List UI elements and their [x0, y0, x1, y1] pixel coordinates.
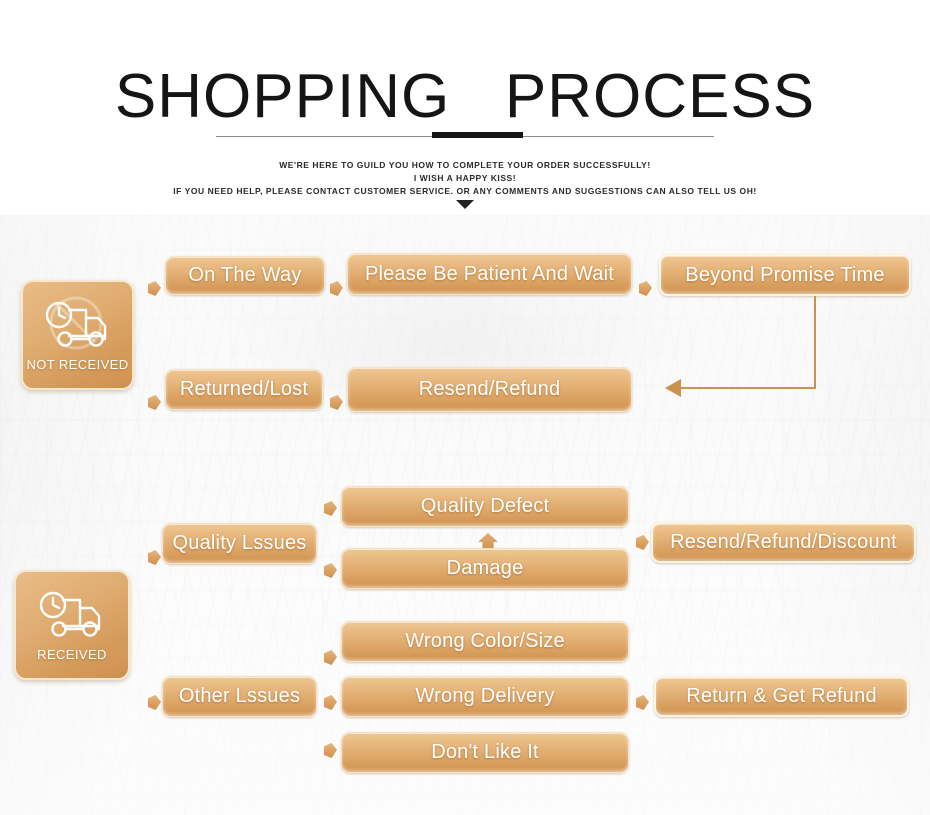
- flow-node-label: Don't Like It: [431, 741, 539, 763]
- connector-horizontal: [681, 387, 816, 389]
- flow-node-label: Resend/Refund/Discount: [670, 531, 897, 553]
- flow-node-returned-lost[interactable]: Returned/Lost: [165, 369, 323, 410]
- flow-node-resend-refund[interactable]: Resend/Refund: [347, 367, 632, 412]
- flow-node-wrong-color-size[interactable]: Wrong Color/Size: [341, 621, 629, 662]
- flow-node-return-get-refund[interactable]: Return & Get Refund: [654, 676, 909, 717]
- flow-node-label: Beyond Promise Time: [685, 263, 885, 286]
- status-label-not-received: NOT RECEIVED: [26, 357, 129, 372]
- status-label-received: RECEIVED: [37, 647, 107, 662]
- flow-node-label: Resend/Refund: [418, 378, 561, 400]
- truck-clock-prohibited-icon: [39, 296, 117, 357]
- flow-node-beyond-promise-time[interactable]: Beyond Promise Time: [659, 254, 911, 296]
- subtitle-line-3: IF YOU NEED HELP, PLEASE CONTACT CUSTOME…: [173, 185, 757, 196]
- caret-down-icon: [456, 200, 474, 209]
- status-card-not-received[interactable]: NOT RECEIVED: [21, 280, 134, 390]
- flow-node-other-issues[interactable]: Other Lssues: [162, 676, 317, 717]
- page-title: SHOPPING PROCESS: [114, 62, 816, 131]
- flow-node-label: Other Lssues: [178, 685, 301, 707]
- flow-node-label: On The Way: [188, 264, 302, 286]
- flow-node-label: Returned/Lost: [179, 378, 309, 400]
- flow-node-dont-like-it[interactable]: Don't Like It: [341, 732, 629, 773]
- flow-node-damage[interactable]: Damage: [341, 548, 629, 589]
- header: SHOPPING PROCESS WE'RE HERE TO GUILD YOU…: [0, 0, 930, 215]
- flow-node-label: Return & Get Refund: [686, 685, 877, 707]
- title-divider-accent: [432, 132, 523, 138]
- subtitle-line-2: I WISH A HAPPY KISS!: [413, 172, 517, 183]
- flow-node-resend-refund-discount[interactable]: Resend/Refund/Discount: [651, 522, 916, 563]
- flow-node-quality-defect[interactable]: Quality Defect: [341, 486, 629, 527]
- subtitle-block: WE'RE HERE TO GUILD YOU HOW TO COMPLETE …: [0, 159, 930, 197]
- subtitle-line-1: WE'RE HERE TO GUILD YOU HOW TO COMPLETE …: [279, 160, 651, 170]
- connector-arrowhead-icon: [665, 379, 681, 397]
- flow-node-label: Quality Lssues: [172, 532, 307, 554]
- connector-vertical: [814, 296, 816, 389]
- flow-node-label: Wrong Color/Size: [405, 630, 565, 652]
- flow-node-label: Quality Defect: [420, 495, 550, 517]
- flow-node-quality-issues[interactable]: Quality Lssues: [162, 523, 317, 564]
- flow-node-label: Wrong Delivery: [415, 685, 555, 707]
- flow-node-please-be-patient[interactable]: Please Be Patient And Wait: [347, 253, 632, 295]
- flow-node-label: Damage: [446, 557, 524, 579]
- flow-diagram-stage: NOT RECEIVED RECEIVED On The Way Please …: [0, 215, 930, 815]
- flow-node-on-the-way[interactable]: On The Way: [165, 256, 325, 295]
- flow-node-wrong-delivery[interactable]: Wrong Delivery: [341, 676, 629, 717]
- shopping-process-infographic: SHOPPING PROCESS WE'RE HERE TO GUILD YOU…: [0, 0, 930, 815]
- truck-clock-icon: [33, 586, 111, 647]
- flow-node-label: Please Be Patient And Wait: [364, 262, 615, 285]
- status-card-received[interactable]: RECEIVED: [14, 570, 130, 680]
